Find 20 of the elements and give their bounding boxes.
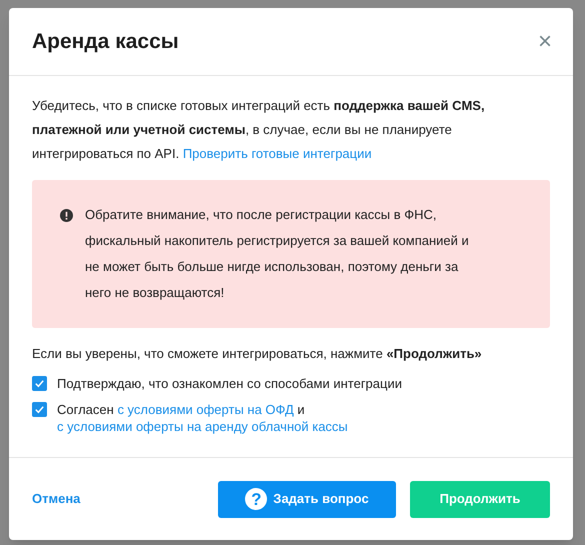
dialog-title: Аренда кассы [32, 28, 179, 55]
checkbox[interactable] [32, 376, 47, 391]
integrations-link[interactable]: Проверить готовые интеграции [182, 146, 372, 161]
cancel-link[interactable]: Отмена [32, 489, 80, 509]
alert-text: Обратите внимание, что после регистрации кассы в ФНС, фискальный накопитель регистрируется за вашей компанией и не может быть больше нигде использован, поэтому деньги за него не возвращаются! [85, 206, 470, 302]
info-icon [60, 209, 73, 222]
continue-button[interactable]: Продолжить [410, 480, 550, 518]
checkbox-label: Подтверждаю, что ознакомлен со способами интеграции [57, 375, 402, 392]
check-icon [34, 404, 45, 415]
checkbox-label: и [297, 402, 305, 417]
checkbox[interactable] [32, 402, 47, 417]
checkbox-label: Согласен [57, 402, 114, 417]
ask-question-button[interactable]: ? Задать вопрос [218, 480, 396, 518]
check-icon [34, 378, 45, 389]
hint-text: Если вы уверены, что сможете интегрироваться, нажмите «Продолжить» [32, 345, 483, 363]
intro-text: Убедитесь, что в списке готовых интеграций есть поддержка вашей CMS, платежной или учетной системы, в случае, если вы не планируете интегрироваться по API. Проверить готовые интеграции [32, 97, 486, 163]
question-icon: ? [245, 488, 268, 510]
close-button[interactable]: × [538, 30, 552, 54]
terms-link[interactable]: с условиями оферты на аренду облачной кассы [57, 419, 348, 434]
terms-link[interactable]: с условиями оферты на ОФД [117, 402, 294, 417]
